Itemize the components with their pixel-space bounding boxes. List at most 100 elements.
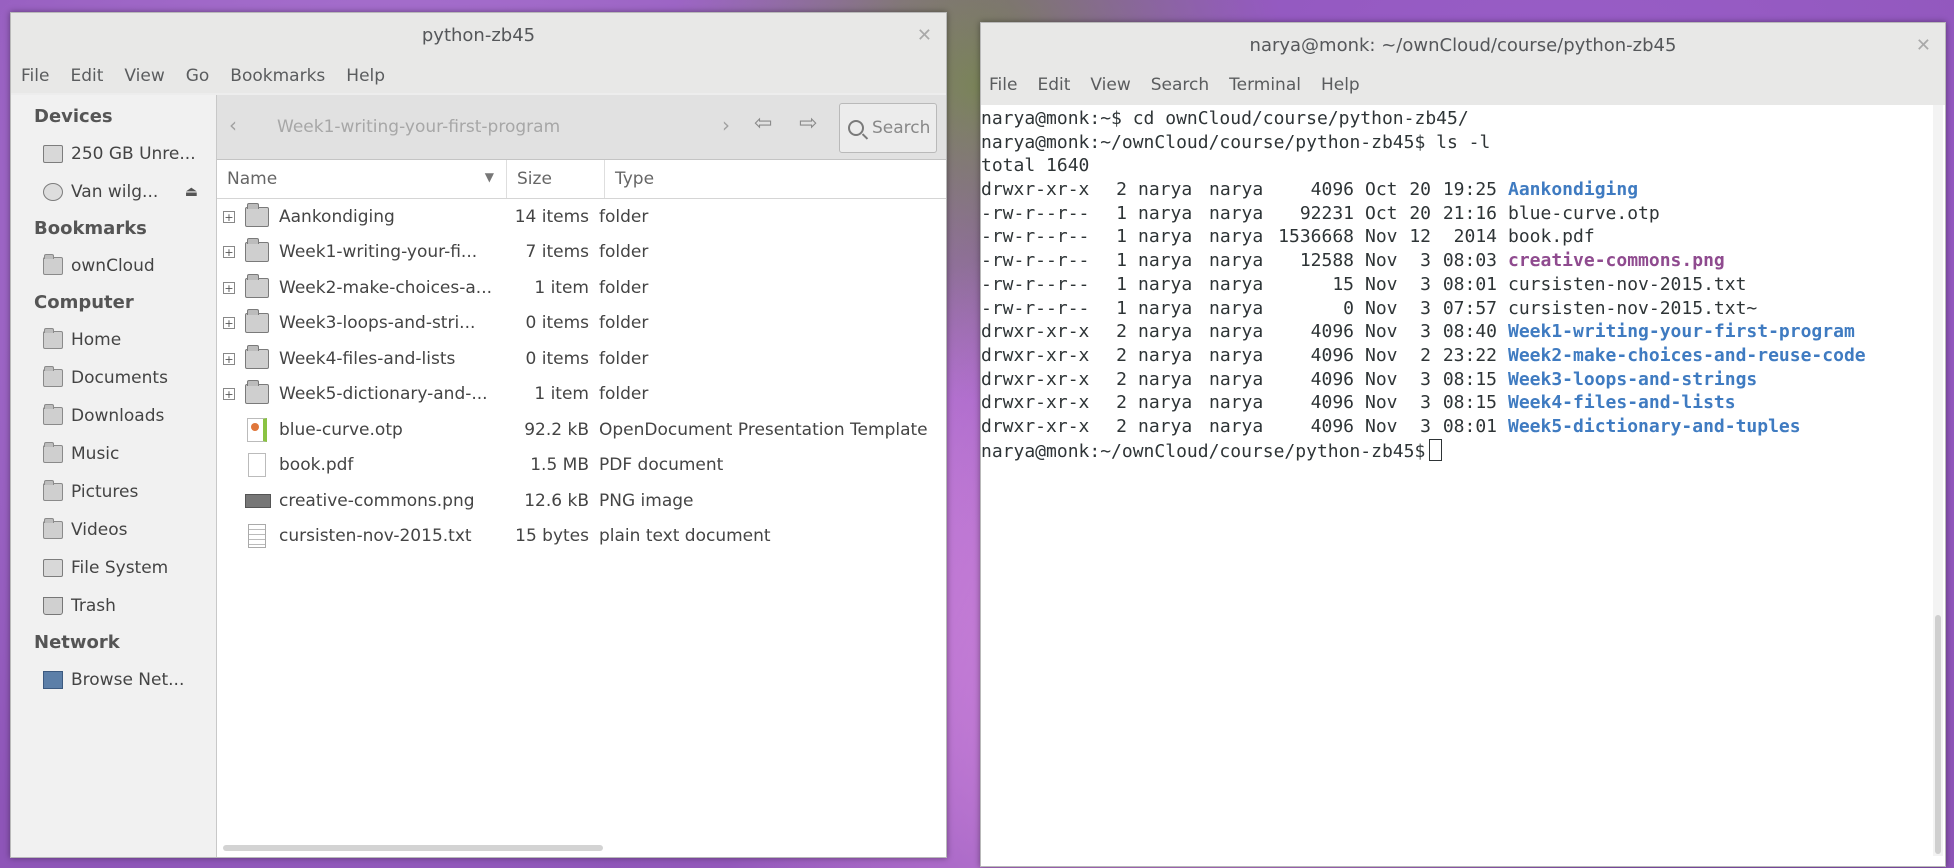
ls-perm: drwxr-xr-x	[981, 368, 1090, 390]
menu-help[interactable]: Help	[346, 66, 385, 86]
sidebar-item-label: Van wilg...	[71, 182, 159, 202]
ls-group: narya	[1209, 179, 1264, 201]
path-scroll-right-icon[interactable]: ›	[722, 113, 730, 137]
file-row[interactable]: + Week2-make-choices-a... 1 item folder	[217, 270, 946, 306]
sidebar-item-trash[interactable]: Trash	[11, 587, 216, 625]
path-scroll-left-icon[interactable]: ‹	[229, 113, 237, 137]
file-size: 0 items	[525, 313, 589, 334]
folder-icon	[245, 344, 269, 369]
file-size: 1 item	[534, 277, 589, 298]
file-row[interactable]: + Week3-loops-and-stri... 0 items folder	[217, 306, 946, 342]
ls-links: 2	[1116, 179, 1127, 201]
sidebar-item-owncloud[interactable]: ownCloud	[11, 247, 216, 285]
folder-icon	[245, 238, 269, 263]
terminal-scrollbar-thumb[interactable]	[1935, 615, 1941, 854]
ls-links: 1	[1116, 202, 1127, 224]
ls-group: narya	[1209, 344, 1264, 366]
expand-icon[interactable]: +	[223, 246, 235, 259]
file-row[interactable]: + Week1-writing-your-fi... 7 items folde…	[217, 235, 946, 271]
eject-icon[interactable]: ⏏	[185, 173, 198, 211]
column-name[interactable]: Name ▼	[217, 160, 507, 198]
expand-icon[interactable]: +	[223, 317, 235, 330]
horizontal-scrollbar[interactable]	[223, 845, 603, 851]
file-name: cursisten-nov-2015.txt	[279, 526, 472, 547]
expand-icon[interactable]: +	[223, 388, 235, 401]
terminal-menubar: File Edit View Search Terminal Help	[981, 65, 1945, 105]
expand-icon[interactable]: +	[223, 210, 235, 223]
file-row[interactable]: cursisten-nov-2015.txt 15 bytes plain te…	[217, 519, 946, 555]
sidebar-item-downloads[interactable]: Downloads	[11, 397, 216, 435]
file-row[interactable]: + Aankondiging 14 items folder	[217, 199, 946, 235]
sidebar-item-videos[interactable]: Videos	[11, 511, 216, 549]
ls-group: narya	[1209, 273, 1264, 295]
menu-bookmarks[interactable]: Bookmarks	[230, 66, 325, 86]
file-type: PNG image	[599, 490, 694, 511]
sidebar-item-music[interactable]: Music	[11, 435, 216, 473]
sidebar-item-removable[interactable]: Van wilg... ⏏	[11, 173, 216, 211]
terminal-output[interactable]: narya@monk:~$ cd ownCloud/course/python-…	[981, 105, 1929, 866]
file-manager-close-icon[interactable]: ✕	[917, 25, 932, 46]
terminal-close-icon[interactable]: ✕	[1916, 35, 1931, 56]
sidebar-item-home[interactable]: Home	[11, 321, 216, 359]
menu-go[interactable]: Go	[186, 66, 210, 86]
expand-icon[interactable]: +	[223, 281, 235, 294]
ls-filename: cursisten-nov-2015.txt~	[1508, 297, 1758, 319]
ls-filename: Week2-make-choices-and-reuse-code	[1508, 344, 1866, 366]
terminal-menu-help[interactable]: Help	[1321, 75, 1360, 95]
menu-edit[interactable]: Edit	[70, 66, 103, 86]
file-name: Week3-loops-and-stri...	[279, 313, 476, 334]
ls-perm: -rw-r--r--	[981, 297, 1090, 319]
file-name: Week1-writing-your-fi...	[279, 242, 478, 263]
ls-size: 1536668	[1278, 226, 1354, 248]
breadcrumb[interactable]: Week1-writing-your-first-program	[277, 117, 560, 137]
ls-links: 2	[1116, 321, 1127, 343]
documents-folder-icon	[43, 366, 63, 387]
ls-owner: narya	[1138, 321, 1193, 343]
sidebar-item-file-system[interactable]: File System	[11, 549, 216, 587]
terminal-menu-view[interactable]: View	[1090, 75, 1130, 95]
file-row[interactable]: + Week5-dictionary-and-... 1 item folder	[217, 377, 946, 413]
file-row[interactable]: creative-commons.png 12.6 kB PNG image	[217, 483, 946, 519]
ls-size: 92231	[1299, 202, 1354, 224]
terminal-titlebar[interactable]: narya@monk: ~/ownCloud/course/python-zb4…	[981, 23, 1945, 65]
terminal-menu-terminal[interactable]: Terminal	[1229, 75, 1301, 95]
file-rows: + Aankondiging 14 items folder + Week1-w…	[217, 199, 946, 554]
terminal-scrollbar[interactable]	[1933, 105, 1943, 856]
forward-icon[interactable]: ⇨	[799, 111, 817, 136]
terminal-menu-search[interactable]: Search	[1151, 75, 1209, 95]
file-row[interactable]: book.pdf 1.5 MB PDF document	[217, 448, 946, 484]
ls-links: 2	[1116, 368, 1127, 390]
trash-icon	[43, 597, 63, 615]
file-size: 14 items	[514, 206, 589, 227]
menu-file[interactable]: File	[21, 66, 49, 86]
ls-time: 08:03	[1442, 250, 1497, 272]
sidebar-item-label: Browse Net...	[71, 670, 185, 690]
file-manager-titlebar[interactable]: python-zb45 ✕	[11, 13, 946, 59]
search-button[interactable]: Search	[839, 103, 937, 153]
terminal-total-line: total 1640	[981, 155, 1090, 177]
column-size[interactable]: Size	[507, 160, 605, 198]
sidebar-item-pictures[interactable]: Pictures	[11, 473, 216, 511]
sidebar-item-browse-network[interactable]: Browse Net...	[11, 661, 216, 699]
sidebar-item-disk[interactable]: 250 GB Unre...	[11, 135, 216, 173]
file-row[interactable]: + Week4-files-and-lists 0 items folder	[217, 341, 946, 377]
terminal-menu-file[interactable]: File	[989, 75, 1017, 95]
back-icon[interactable]: ⇦	[754, 111, 772, 136]
file-size: 12.6 kB	[524, 490, 589, 511]
file-list-pane: ‹ Week1-writing-your-first-program › ⇦ ⇨…	[217, 95, 946, 857]
music-folder-icon	[43, 442, 63, 463]
menu-view[interactable]: View	[124, 66, 164, 86]
column-type[interactable]: Type	[605, 160, 946, 198]
ls-perm: drwxr-xr-x	[981, 321, 1090, 343]
ls-filename: Week1-writing-your-first-program	[1508, 321, 1855, 343]
ls-mon: Nov	[1365, 321, 1398, 343]
ls-perm: drwxr-xr-x	[981, 392, 1090, 414]
ls-time: 2014	[1453, 226, 1497, 248]
ls-owner: narya	[1138, 415, 1193, 437]
expand-icon[interactable]: +	[223, 352, 235, 365]
terminal-menu-edit[interactable]: Edit	[1037, 75, 1070, 95]
file-row[interactable]: blue-curve.otp 92.2 kB OpenDocument Pres…	[217, 412, 946, 448]
file-size: 0 items	[525, 348, 589, 369]
file-name: Aankondiging	[279, 206, 395, 227]
sidebar-item-documents[interactable]: Documents	[11, 359, 216, 397]
